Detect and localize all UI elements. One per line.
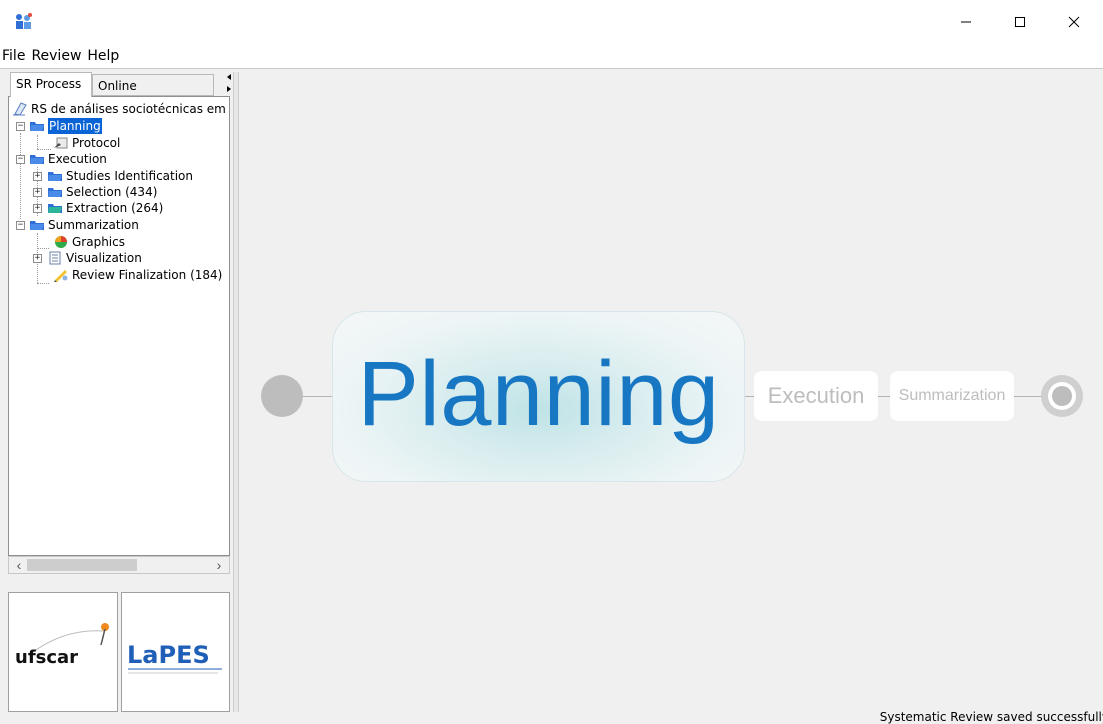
folder-icon <box>30 122 44 131</box>
process-start-node <box>261 375 303 417</box>
tree-item-visualization-label: Visualization <box>66 251 142 265</box>
tree-item-planning-label: Planning <box>47 117 103 135</box>
expand-selection-toggle[interactable]: + <box>33 188 42 197</box>
tree-item-protocol[interactable]: Protocol <box>53 135 120 151</box>
app-logo-icon <box>16 13 32 29</box>
menu-bar: File Review Help <box>0 44 1103 69</box>
folder-icon <box>30 155 44 164</box>
tree-item-execution-label: Execution <box>48 152 107 166</box>
lapes-logo: LaPES <box>121 592 230 712</box>
close-icon <box>1068 16 1080 28</box>
ufscar-logo-text: ufscar <box>15 647 78 668</box>
tree-item-extraction-label: Extraction (264) <box>66 201 164 215</box>
folder-icon <box>48 172 62 181</box>
tree-item-visualization[interactable]: Visualization <box>47 250 142 266</box>
document-icon <box>49 251 61 265</box>
tree-line <box>37 135 38 149</box>
tree-root[interactable]: RS de análises sociotécnicas em <box>12 101 226 117</box>
tree-item-review-finalization[interactable]: Review Finalization (184) <box>53 267 222 283</box>
maximize-button[interactable] <box>997 0 1043 44</box>
process-connector <box>303 396 333 397</box>
tree-item-execution[interactable]: Execution <box>29 151 107 167</box>
scrollbar-thumb[interactable] <box>27 559 137 571</box>
process-step-execution-label: Execution <box>767 383 865 408</box>
minimize-icon <box>961 21 971 23</box>
minimize-button[interactable] <box>943 0 989 44</box>
folder-icon <box>30 221 44 230</box>
menu-file[interactable]: File <box>0 48 28 64</box>
tab-sr-process[interactable]: SR Process <box>10 72 92 97</box>
process-step-execution[interactable]: Execution <box>754 371 878 421</box>
folder-icon <box>48 188 62 197</box>
expand-studies-toggle[interactable]: + <box>33 172 42 181</box>
tree-line <box>37 149 51 150</box>
collapse-summarization-toggle[interactable]: − <box>16 221 25 230</box>
tree-item-studies-label: Studies Identification <box>66 169 194 183</box>
process-connector <box>878 396 890 397</box>
review-tree: RS de análises sociotécnicas em − Planni… <box>8 96 230 556</box>
ufscar-logo: ufscar <box>8 592 118 712</box>
tab-scroll-arrows-icon[interactable] <box>226 72 232 94</box>
tree-item-selection[interactable]: Selection (434) <box>47 184 157 200</box>
process-connector <box>1014 396 1042 397</box>
tree-line <box>20 133 21 219</box>
tree-horizontal-scrollbar[interactable]: ‹ › <box>8 556 230 574</box>
expand-visualization-toggle[interactable]: + <box>33 254 42 263</box>
process-step-planning-label: Planning <box>357 343 720 445</box>
close-button[interactable] <box>1051 0 1097 44</box>
finalization-icon <box>54 270 68 282</box>
logo-area: ufscar LaPES <box>8 592 230 712</box>
process-step-planning[interactable]: Planning <box>332 311 745 482</box>
scroll-left-icon[interactable]: ‹ <box>11 557 27 573</box>
tree-line <box>37 283 49 284</box>
lapes-logo-icon: LaPES <box>127 641 222 674</box>
tree-root-label: RS de análises sociotécnicas em <box>31 102 226 116</box>
menu-review[interactable]: Review <box>28 48 84 64</box>
expand-extraction-toggle[interactable]: + <box>33 204 42 213</box>
pie-chart-icon <box>55 236 67 248</box>
tree-item-finalization-label: Review Finalization (184) <box>72 268 223 282</box>
navigation-panel: SR Process Online Community RS de anális… <box>8 72 230 712</box>
tree-item-graphics-label: Graphics <box>72 235 125 249</box>
tree-line <box>37 248 49 249</box>
folder-icon <box>48 204 62 213</box>
panel-splitter[interactable] <box>233 72 239 712</box>
tree-item-graphics[interactable]: Graphics <box>53 234 125 250</box>
ufscar-logo-icon: ufscar <box>15 623 109 668</box>
menu-help[interactable]: Help <box>84 48 122 64</box>
process-end-core <box>1052 386 1072 406</box>
tree-item-selection-label: Selection (434) <box>66 185 158 199</box>
tree-item-extraction[interactable]: Extraction (264) <box>47 200 163 216</box>
tree-item-studies-identification[interactable]: Studies Identification <box>47 168 193 184</box>
process-step-summarization-label: Summarization <box>898 387 1006 404</box>
tree-item-summarization-label: Summarization <box>48 218 139 232</box>
tree-item-protocol-label: Protocol <box>72 136 121 150</box>
process-step-summarization[interactable]: Summarization <box>890 371 1014 421</box>
tree-item-summarization[interactable]: Summarization <box>29 217 139 233</box>
tab-strip: SR Process Online Community <box>8 72 230 115</box>
scroll-right-icon[interactable]: › <box>211 557 227 573</box>
title-bar <box>0 0 1103 44</box>
status-message: Systematic Review saved successfully <box>879 710 1103 724</box>
maximize-icon <box>1015 17 1025 27</box>
review-document-icon <box>13 102 27 116</box>
tree-item-planning[interactable]: Planning <box>29 117 103 135</box>
protocol-icon <box>54 137 68 149</box>
tab-online-community[interactable]: Online Community <box>92 74 214 115</box>
collapse-planning-toggle[interactable]: − <box>16 122 25 131</box>
collapse-execution-toggle[interactable]: − <box>16 155 25 164</box>
lapes-logo-text: LaPES <box>127 641 210 669</box>
